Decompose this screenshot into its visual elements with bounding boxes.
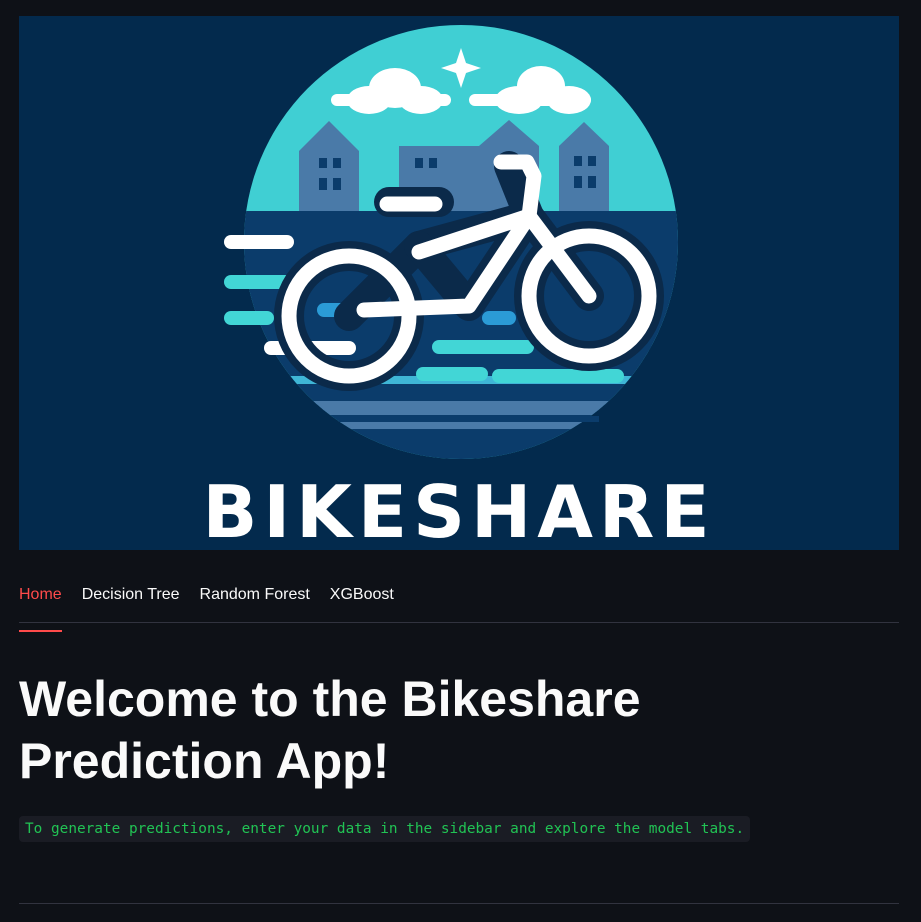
app-page: BIKESHARE Home Decision Tree Random Fore…: [0, 0, 921, 922]
tab-xgboost[interactable]: XGBoost: [330, 578, 394, 622]
section-divider: [19, 903, 899, 904]
tab-random-forest[interactable]: Random Forest: [200, 578, 310, 622]
tab-decision-tree[interactable]: Decision Tree: [82, 578, 180, 622]
tab-home[interactable]: Home: [19, 578, 62, 632]
bikeshare-banner-image: BIKESHARE: [19, 16, 899, 550]
page-title: Welcome to the Bikeshare Prediction App!: [19, 671, 641, 789]
instructions-code-text: To generate predictions, enter your data…: [19, 816, 751, 842]
model-tabs: Home Decision Tree Random Forest XGBoost: [19, 578, 899, 632]
bikeshare-wordmark: BIKESHARE: [202, 470, 716, 550]
